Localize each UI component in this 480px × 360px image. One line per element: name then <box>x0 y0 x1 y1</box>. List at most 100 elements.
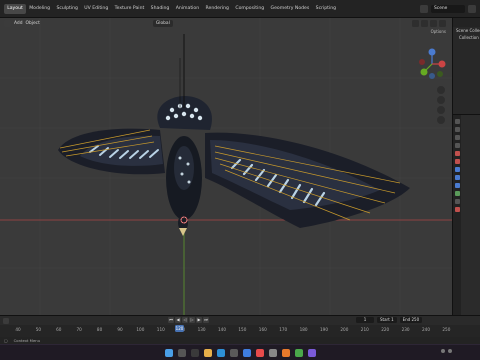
jump-end-icon[interactable]: ⏭ <box>203 317 209 323</box>
workspace-tab-compositing[interactable]: Compositing <box>232 4 267 14</box>
edge-icon[interactable] <box>216 348 225 357</box>
workspace-tab-scripting[interactable]: Scripting <box>312 4 339 14</box>
task-view-icon[interactable] <box>190 348 199 357</box>
workspace-tab-sculpting[interactable]: Sculpting <box>53 4 81 14</box>
current-frame-field[interactable]: 1 <box>356 317 374 323</box>
status-text: Context Menu <box>13 338 41 343</box>
workspace-tab-uv-editing[interactable]: UV Editing <box>81 4 111 14</box>
view-layer-icon[interactable] <box>468 4 476 13</box>
ruler-tick: 130 <box>197 327 206 332</box>
options-dropdown[interactable]: Options <box>431 29 446 34</box>
start-label: Start <box>380 317 390 322</box>
editor-type-icon[interactable] <box>4 19 11 27</box>
store-icon[interactable] <box>229 348 238 357</box>
overlay-icon[interactable] <box>412 19 419 27</box>
shading-solid-icon[interactable] <box>430 19 437 27</box>
physics-tab-icon[interactable] <box>454 191 460 196</box>
world-tab-icon[interactable] <box>454 159 460 164</box>
workspace-tab-animation[interactable]: Animation <box>173 4 203 14</box>
gizmo-y-icon <box>420 68 428 76</box>
transform-orientation-dropdown[interactable]: Global <box>152 19 173 27</box>
ruler-tick: 60 <box>56 327 62 332</box>
scene-tab-icon[interactable] <box>454 151 460 156</box>
volume-icon[interactable] <box>448 349 452 353</box>
viewport-canvas <box>0 18 452 315</box>
start-value: 1 <box>391 317 394 322</box>
outliner-header <box>453 18 480 27</box>
output-tab-icon[interactable] <box>454 135 460 140</box>
ruler-tick: 180 <box>299 327 308 332</box>
workspace-tab-rendering[interactable]: Rendering <box>202 4 232 14</box>
mail-icon[interactable] <box>242 348 251 357</box>
search-icon[interactable] <box>177 348 186 357</box>
view-layer-tab-icon[interactable] <box>454 143 460 148</box>
network-icon[interactable] <box>441 349 445 353</box>
end-value: 250 <box>411 317 420 322</box>
ruler-tick: 190 <box>320 327 328 332</box>
next-keyframe-icon[interactable]: ▶ <box>196 317 202 323</box>
add-menu[interactable]: Add <box>14 21 23 26</box>
ruler-tick: 100 <box>136 327 145 332</box>
end-frame-field[interactable]: End 250 <box>399 317 423 323</box>
navigation-gizmo[interactable] <box>410 38 450 128</box>
data-tab-icon[interactable] <box>454 207 460 212</box>
app-green-icon[interactable] <box>294 348 303 357</box>
tool-tab-icon[interactable] <box>454 119 460 124</box>
ruler-tick: 160 <box>258 327 267 332</box>
viewport-header: Add Object Global <box>0 18 452 28</box>
particles-tab-icon[interactable] <box>454 183 460 188</box>
start-icon[interactable] <box>164 348 173 357</box>
gizmo-z-icon <box>428 48 436 56</box>
topbar-right: Scene <box>420 4 480 13</box>
chrome-icon[interactable] <box>255 348 264 357</box>
ruler-tick: 90 <box>117 327 123 332</box>
mouse-icon: ▢ <box>4 338 8 343</box>
scene-icon[interactable] <box>420 4 428 13</box>
current-frame-indicator[interactable]: 120 <box>175 325 184 332</box>
constraints-tab-icon[interactable] <box>454 199 460 204</box>
3d-viewport[interactable]: Add Object Global Options <box>0 18 452 315</box>
camera-view-icon <box>437 106 445 114</box>
viewport-shading-buttons <box>412 19 452 27</box>
ruler-tick: 70 <box>76 327 82 332</box>
play-reverse-icon[interactable]: ◁ <box>182 317 188 323</box>
workspace-tab-shading[interactable]: Shading <box>147 4 172 14</box>
object-tab-icon[interactable] <box>454 167 460 172</box>
ruler-tick: 220 <box>381 327 390 332</box>
outliner-item-scene-collection[interactable]: Scene Collection <box>453 27 480 34</box>
ruler-tick: 40 <box>15 327 21 332</box>
workspace-tab-modeling[interactable]: Modeling <box>26 4 53 14</box>
ruler-tick: 140 <box>218 327 226 332</box>
start-frame-field[interactable]: Start 1 <box>377 317 397 323</box>
scene-selector[interactable]: Scene <box>431 4 465 13</box>
workspace-tab-texture-paint[interactable]: Texture Paint <box>111 4 147 14</box>
ruler-tick: 50 <box>35 327 42 332</box>
modifier-tab-icon[interactable] <box>454 175 460 180</box>
timeline-controls: ⏮ ◀ ◁ ▷ ▶ ⏭ 1 Start 1 End 250 <box>0 316 480 325</box>
system-tray <box>441 349 452 353</box>
play-icon[interactable]: ▷ <box>189 317 195 323</box>
workspace-tabs: Layout Modeling Sculpting UV Editing Texture… <box>0 0 339 17</box>
playback-controls: ⏮ ◀ ◁ ▷ ▶ ⏭ <box>168 317 209 323</box>
jump-start-icon[interactable]: ⏮ <box>168 317 174 323</box>
blender-icon[interactable] <box>281 348 290 357</box>
workspace-tab-layout[interactable]: Layout <box>4 3 26 14</box>
object-menu[interactable]: Object <box>26 21 40 26</box>
app-icon[interactable] <box>268 348 277 357</box>
workspace-tab-geometry-nodes[interactable]: Geometry Nodes <box>267 4 312 14</box>
app-purple-icon[interactable] <box>307 348 316 357</box>
xray-icon[interactable] <box>421 19 428 27</box>
timeline-editor-icon[interactable] <box>3 317 9 324</box>
frame-range: 1 Start 1 End 250 <box>356 317 423 323</box>
ruler-tick: 230 <box>401 327 410 332</box>
prev-keyframe-icon[interactable]: ◀ <box>175 317 181 323</box>
outliner-item-collection[interactable]: Collection <box>453 34 480 41</box>
ruler-tick: 240 <box>422 327 430 332</box>
shading-material-icon[interactable] <box>439 19 446 27</box>
file-explorer-icon[interactable] <box>203 348 212 357</box>
zoom-icon <box>437 86 445 94</box>
render-tab-icon[interactable] <box>454 127 460 132</box>
ruler-tick: 80 <box>96 327 103 332</box>
properties-tabs <box>453 115 461 315</box>
ruler-tick: 110 <box>156 327 165 332</box>
